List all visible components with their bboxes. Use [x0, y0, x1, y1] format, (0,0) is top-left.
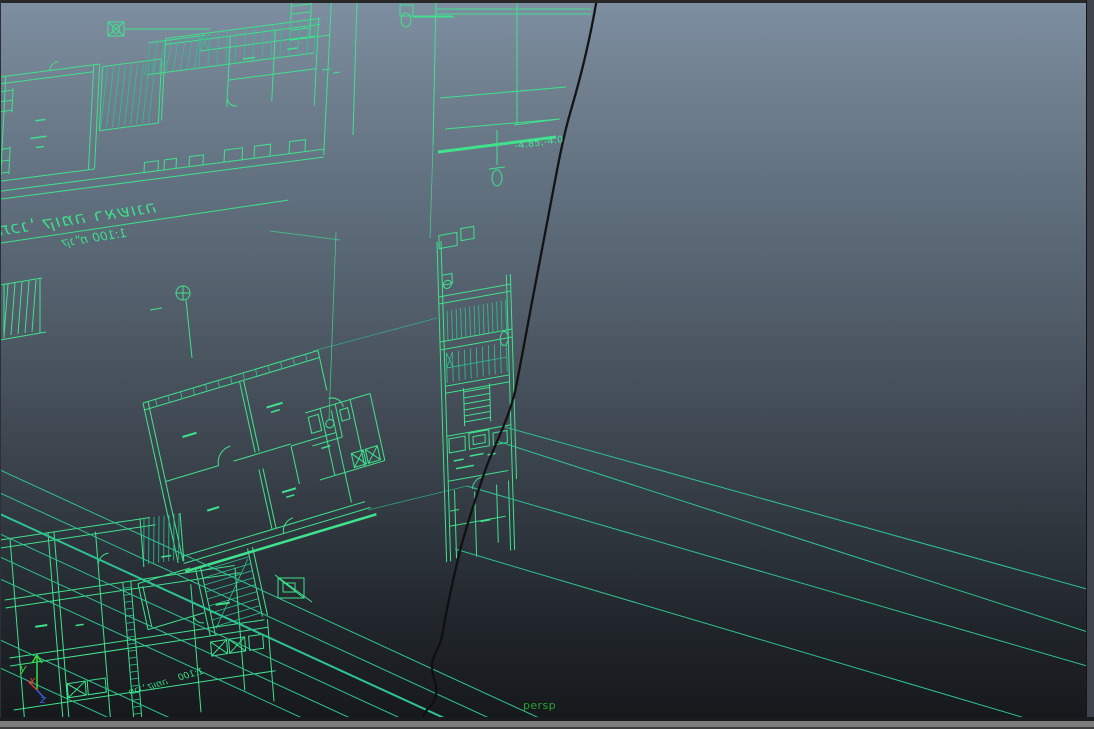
window-right-border [1086, 0, 1094, 729]
z-axis-label: z [39, 693, 46, 706]
maya-window-frame: תכנ' קומה ראשונה קנ"מ 1:100 תכנ' קומה 1:… [0, 0, 1094, 729]
y-axis-label: y [19, 662, 27, 675]
stair-core-strip-wireframe [436, 225, 518, 563]
survey-marker-symbol [149, 285, 193, 359]
left-edge-stair-block [0, 277, 47, 341]
x-axis-label: x [28, 674, 36, 687]
wireframe-scene [0, 0, 1094, 729]
corner-detail-wireframe [274, 574, 313, 603]
window-left-border [0, 0, 1, 729]
apartment-plan-wireframe [137, 349, 386, 637]
view-axis-gizmo: y x z [19, 653, 46, 706]
window-top-border [0, 0, 1094, 3]
perspective-viewport[interactable]: תכנ' קומה ראשונה קנ"מ 1:100 תכנ' קומה 1:… [0, 0, 1094, 729]
upper-floor-plan-wireframe [0, 0, 333, 201]
column-symbol [107, 21, 210, 37]
camera-name-label: persp [523, 699, 556, 712]
